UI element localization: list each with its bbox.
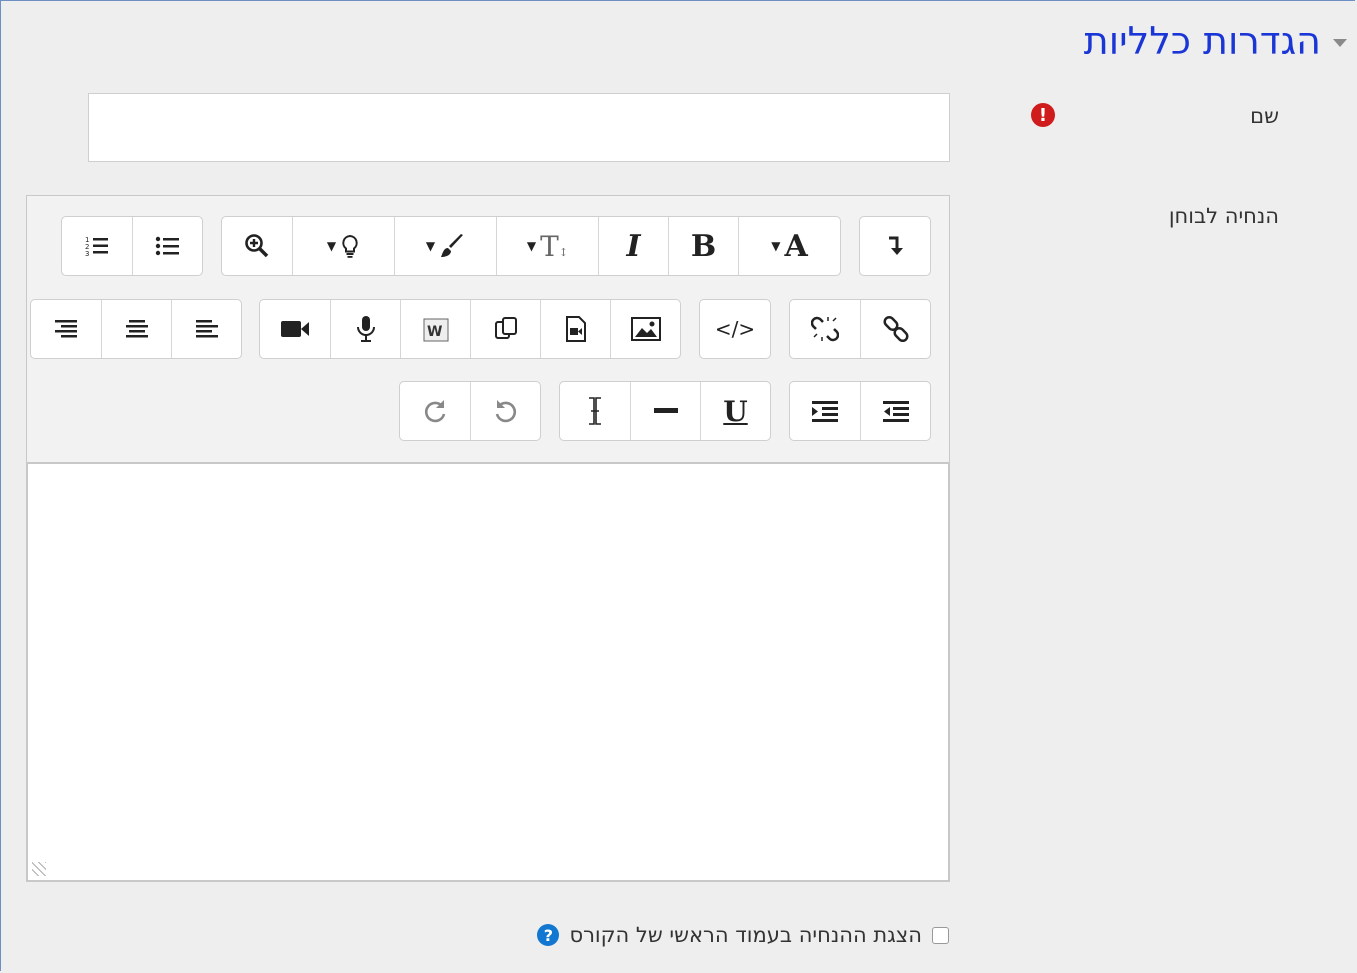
list-group: 1 2 3 xyxy=(61,216,203,276)
font-color-icon: A xyxy=(784,228,808,264)
align-left-button[interactable] xyxy=(171,300,241,358)
text-cursor-icon xyxy=(589,397,601,425)
collapse-caret-icon[interactable] xyxy=(1333,39,1347,47)
horizontal-rule-icon xyxy=(653,408,678,413)
indent-button[interactable] xyxy=(790,382,860,440)
numbered-list-button[interactable]: 1 2 3 xyxy=(62,217,132,275)
svg-text:W: W xyxy=(427,324,442,340)
indent-icon xyxy=(812,401,838,422)
paintbrush-icon xyxy=(441,234,464,257)
bullet-list-button[interactable] xyxy=(132,217,202,275)
numbered-list-icon: 1 2 3 xyxy=(85,236,108,258)
media-group: W xyxy=(259,299,681,359)
align-center-icon xyxy=(125,320,148,338)
format-group: ▼ ▼ ▼ T↕ I B ▼ A xyxy=(221,216,841,276)
html-group: </> xyxy=(699,299,771,359)
lightbulb-icon xyxy=(342,234,358,258)
toolbar-toggle-button[interactable] xyxy=(860,217,930,275)
required-icon: ! xyxy=(1031,103,1055,127)
link-group xyxy=(789,299,931,359)
dropdown-caret-icon: ▼ xyxy=(326,239,337,253)
section-header[interactable]: הגדרות כלליות xyxy=(1084,22,1347,60)
help-icon[interactable]: ? xyxy=(537,924,560,946)
paste-from-word-button[interactable]: W xyxy=(400,300,470,358)
video-camera-icon xyxy=(281,321,309,337)
underline-button[interactable]: U xyxy=(700,382,770,440)
link-button[interactable] xyxy=(860,300,930,358)
italic-icon: I xyxy=(626,228,641,264)
audio-button[interactable] xyxy=(330,300,400,358)
italic-button[interactable]: I xyxy=(598,217,668,275)
align-right-icon xyxy=(55,320,77,338)
font-color-dropdown[interactable]: ▼ A xyxy=(738,217,840,275)
undo-icon xyxy=(495,400,516,423)
link-icon xyxy=(882,315,909,343)
copy-button[interactable] xyxy=(470,300,540,358)
align-group xyxy=(30,299,242,359)
outdent-icon xyxy=(882,401,909,422)
zoom-icon xyxy=(245,234,269,258)
bullet-list-icon xyxy=(155,236,179,256)
intro-label: הנחיה לבוחן xyxy=(1168,204,1279,228)
undo-button[interactable] xyxy=(470,382,540,440)
svg-text:3: 3 xyxy=(85,250,89,258)
image-button[interactable] xyxy=(610,300,680,358)
code-icon: </> xyxy=(714,317,756,341)
name-label: שם xyxy=(1250,104,1279,128)
redo-button[interactable] xyxy=(400,382,470,440)
bold-icon: B xyxy=(690,228,717,264)
copy-icon xyxy=(494,317,517,339)
show-on-course-page-row: הצגת ההנחיה בעמוד הראשי של הקורס ? xyxy=(537,923,949,947)
show-on-course-page-label: הצגת ההנחיה בעמוד הראשי של הקורס xyxy=(569,923,922,947)
text-group: U xyxy=(559,381,771,441)
font-size-dropdown[interactable]: ▼ T↕ xyxy=(496,217,598,275)
font-size-icon: T↕ xyxy=(540,229,569,263)
highlight-dropdown[interactable]: ▼ xyxy=(394,217,496,275)
align-left-icon xyxy=(195,320,218,338)
zoom-button[interactable] xyxy=(222,217,292,275)
toolbar-toggle-group xyxy=(859,216,931,276)
media-file-icon xyxy=(565,316,586,342)
html-source-button[interactable]: </> xyxy=(700,300,770,358)
dropdown-caret-icon: ▼ xyxy=(771,239,781,253)
show-on-course-page-checkbox[interactable] xyxy=(932,926,949,944)
underline-icon: U xyxy=(723,394,748,428)
resize-handle-icon[interactable] xyxy=(32,862,46,876)
video-button[interactable] xyxy=(260,300,330,358)
unlink-icon xyxy=(811,316,839,342)
bold-button[interactable]: B xyxy=(668,217,738,275)
horizontal-rule-button[interactable] xyxy=(630,382,700,440)
show-more-icon xyxy=(889,236,903,255)
outdent-button[interactable] xyxy=(860,382,930,440)
word-icon: W xyxy=(423,318,448,342)
microphone-icon xyxy=(356,316,375,342)
redo-icon xyxy=(424,400,446,423)
image-icon xyxy=(630,317,661,341)
dropdown-caret-icon: ▼ xyxy=(526,239,537,253)
dropdown-caret-icon: ▼ xyxy=(425,239,436,253)
accessibility-dropdown[interactable]: ▼ xyxy=(292,217,394,275)
align-center-button[interactable] xyxy=(101,300,171,358)
clear-formatting-button[interactable] xyxy=(560,382,630,440)
history-group xyxy=(399,381,541,441)
align-right-button[interactable] xyxy=(31,300,101,358)
editor-content-area[interactable] xyxy=(26,462,950,882)
name-input[interactable] xyxy=(88,93,950,162)
media-file-button[interactable] xyxy=(540,300,610,358)
indent-group xyxy=(789,381,931,441)
unlink-button[interactable] xyxy=(790,300,860,358)
section-title: הגדרות כלליות xyxy=(1083,19,1321,63)
